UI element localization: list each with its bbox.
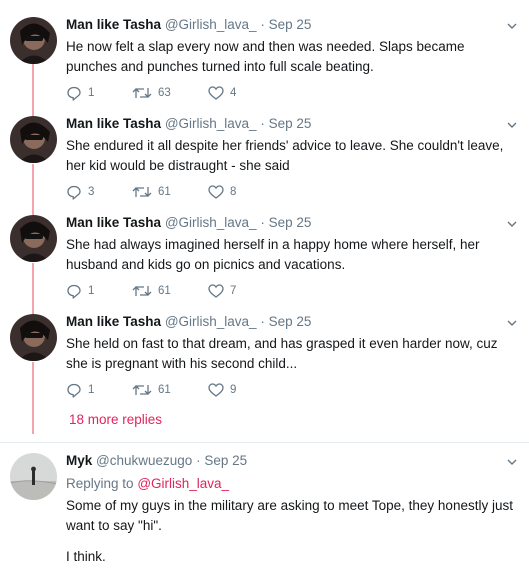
tweet-date[interactable]: Sep 25 bbox=[269, 17, 312, 32]
handle[interactable]: @Girlish_lava_ bbox=[165, 116, 257, 131]
tweet-text: She endured it all despite her friends' … bbox=[66, 138, 504, 173]
tweet-date[interactable]: Sep 25 bbox=[269, 314, 312, 329]
chevron-down-icon[interactable] bbox=[505, 316, 519, 330]
heart-icon bbox=[208, 284, 224, 298]
separator-dot: · bbox=[260, 215, 265, 230]
tweet-text: She had always imagined herself in a hap… bbox=[66, 237, 480, 272]
retweet-action[interactable]: 63 bbox=[132, 86, 208, 100]
retweet-count: 61 bbox=[158, 384, 171, 396]
heart-icon bbox=[208, 86, 224, 100]
replying-prefix: Replying to bbox=[66, 476, 134, 491]
tweet-header: Myk @chukwuezugo · Sep 25 bbox=[66, 453, 247, 468]
reply-count: 1 bbox=[88, 285, 95, 297]
thread-connector bbox=[32, 164, 34, 215]
tweet-text: She held on fast to that dream, and has … bbox=[66, 336, 498, 371]
avatar[interactable] bbox=[10, 116, 57, 163]
like-action[interactable]: 8 bbox=[208, 185, 268, 199]
replying-to: Replying to @Girlish_lava_ bbox=[66, 476, 229, 491]
like-action[interactable]: 9 bbox=[208, 383, 268, 397]
tweet-actions: 3 61 8 bbox=[66, 182, 268, 202]
retweet-count: 63 bbox=[158, 87, 171, 99]
tweet-date[interactable]: Sep 25 bbox=[204, 453, 247, 468]
chevron-down-icon[interactable] bbox=[505, 118, 519, 132]
avatar[interactable] bbox=[10, 215, 57, 262]
display-name[interactable]: Man like Tasha bbox=[66, 314, 161, 329]
chevron-down-icon[interactable] bbox=[505, 19, 519, 33]
tweet-date[interactable]: Sep 25 bbox=[269, 116, 312, 131]
retweet-action[interactable]: 61 bbox=[132, 185, 208, 199]
like-count: 9 bbox=[230, 384, 237, 396]
like-action[interactable]: 7 bbox=[208, 284, 268, 298]
tweet-date[interactable]: Sep 25 bbox=[269, 215, 312, 230]
tweet-text: He now felt a slap every now and then wa… bbox=[66, 39, 465, 74]
reply-text-line2: I think. bbox=[66, 549, 106, 564]
separator-dot: · bbox=[196, 453, 201, 468]
heart-icon bbox=[208, 383, 224, 397]
retweet-count: 61 bbox=[158, 285, 171, 297]
replying-mention[interactable]: @Girlish_lava_ bbox=[137, 476, 229, 491]
reply-icon bbox=[67, 383, 81, 398]
retweet-icon bbox=[132, 187, 152, 197]
reply-text: Some of my guys in the military are aski… bbox=[66, 498, 513, 533]
tweet-header: Man like Tasha @Girlish_lava_ · Sep 25 bbox=[66, 314, 311, 329]
like-count: 7 bbox=[230, 285, 237, 297]
retweet-icon bbox=[132, 385, 152, 395]
tweet-header: Man like Tasha @Girlish_lava_ · Sep 25 bbox=[66, 17, 311, 32]
handle[interactable]: @Girlish_lava_ bbox=[165, 215, 257, 230]
reply-action[interactable]: 1 bbox=[66, 382, 132, 398]
chevron-down-icon[interactable] bbox=[505, 217, 519, 231]
chevron-down-icon[interactable] bbox=[505, 455, 519, 469]
retweet-action[interactable]: 61 bbox=[132, 284, 208, 298]
tweet-header: Man like Tasha @Girlish_lava_ · Sep 25 bbox=[66, 116, 311, 131]
handle[interactable]: @Girlish_lava_ bbox=[165, 17, 257, 32]
avatar[interactable] bbox=[10, 17, 57, 64]
separator-dot: · bbox=[260, 17, 265, 32]
display-name[interactable]: Man like Tasha bbox=[66, 17, 161, 32]
thread-connector bbox=[32, 362, 34, 434]
reply-count: 1 bbox=[88, 87, 95, 99]
retweet-icon bbox=[132, 88, 152, 98]
reply-icon bbox=[67, 185, 81, 200]
tweet-actions: 1 61 7 bbox=[66, 281, 268, 301]
handle[interactable]: @Girlish_lava_ bbox=[165, 314, 257, 329]
reply-action[interactable]: 3 bbox=[66, 184, 132, 200]
reply-action[interactable]: 1 bbox=[66, 85, 132, 101]
display-name[interactable]: Man like Tasha bbox=[66, 116, 161, 131]
tweet-actions: 1 63 4 bbox=[66, 83, 268, 103]
reply-count: 1 bbox=[88, 384, 95, 396]
like-count: 4 bbox=[230, 87, 237, 99]
reply-action[interactable]: 1 bbox=[66, 283, 132, 299]
like-count: 8 bbox=[230, 186, 237, 198]
avatar[interactable] bbox=[10, 453, 57, 500]
more-replies-link[interactable]: 18 more replies bbox=[69, 412, 162, 427]
separator-dot: · bbox=[260, 314, 265, 329]
reply-count: 3 bbox=[88, 186, 95, 198]
tweet-actions: 1 61 9 bbox=[66, 380, 268, 400]
display-name[interactable]: Man like Tasha bbox=[66, 215, 161, 230]
thread-connector bbox=[32, 64, 34, 116]
avatar[interactable] bbox=[10, 314, 57, 361]
display-name[interactable]: Myk bbox=[66, 453, 92, 468]
retweet-count: 61 bbox=[158, 186, 171, 198]
handle[interactable]: @chukwuezugo bbox=[96, 453, 192, 468]
separator-dot: · bbox=[260, 116, 265, 131]
reply-icon bbox=[67, 284, 81, 299]
reply-icon bbox=[67, 86, 81, 101]
retweet-action[interactable]: 61 bbox=[132, 383, 208, 397]
heart-icon bbox=[208, 185, 224, 199]
like-action[interactable]: 4 bbox=[208, 86, 268, 100]
divider bbox=[0, 442, 529, 443]
retweet-icon bbox=[132, 286, 152, 296]
tweet-header: Man like Tasha @Girlish_lava_ · Sep 25 bbox=[66, 215, 311, 230]
thread-connector bbox=[32, 263, 34, 314]
